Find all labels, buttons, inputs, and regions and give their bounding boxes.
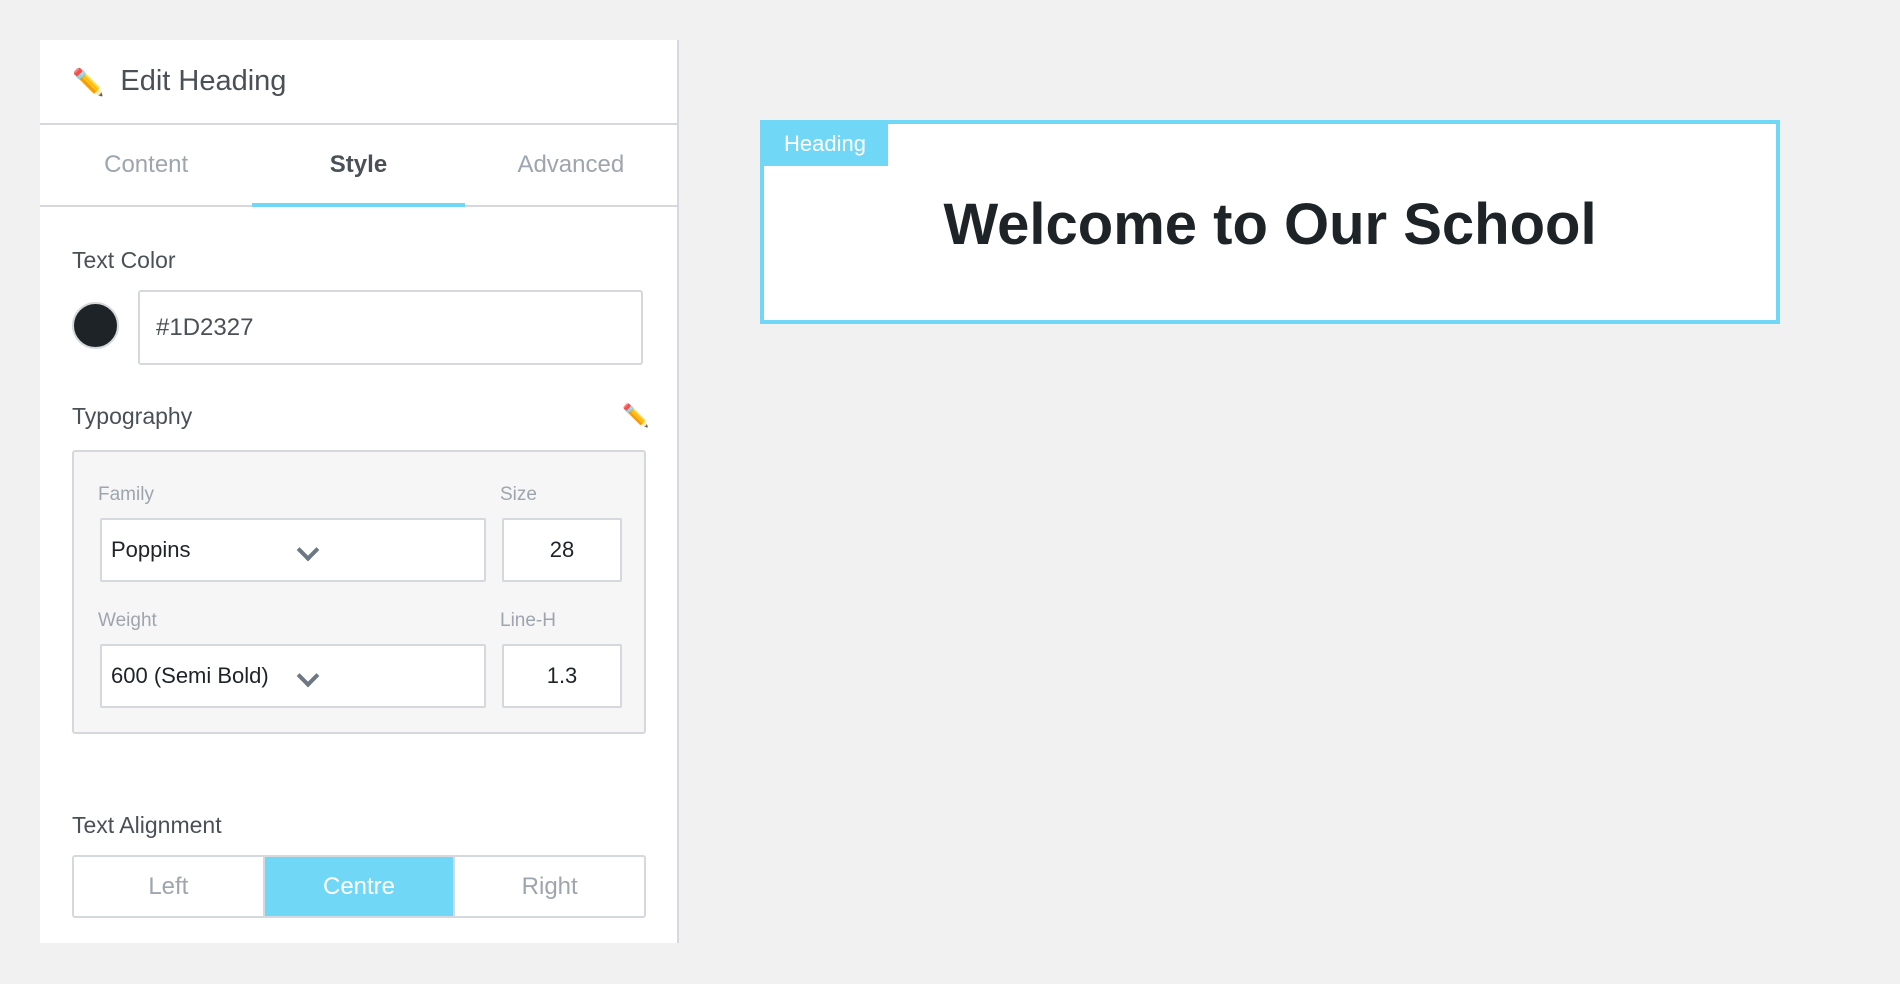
align-right-button[interactable]: Right (455, 857, 644, 916)
text-color-label: Text Color (72, 247, 176, 273)
line-height-input[interactable]: 1.3 (502, 644, 622, 708)
widget-tag[interactable]: Heading (762, 122, 888, 166)
font-family-select[interactable]: Poppins (100, 518, 486, 582)
alignment-button-group: Left Centre Right (72, 855, 646, 918)
pencil-icon: ✏️ (72, 66, 105, 97)
align-centre-button[interactable]: Centre (264, 857, 456, 916)
font-size-input[interactable]: 28 (502, 518, 622, 582)
font-weight-select[interactable]: 600 (Semi Bold) (100, 644, 486, 708)
tab-content[interactable]: Content (40, 125, 252, 205)
font-weight-value: 600 (Semi Bold) (111, 663, 269, 688)
tab-advanced[interactable]: Advanced (465, 125, 677, 205)
font-family-value: Poppins (111, 537, 191, 562)
align-left-button[interactable]: Left (74, 857, 265, 916)
heading-text[interactable]: Welcome to Our School (764, 196, 1776, 254)
color-hex-input[interactable]: #1D2327 (138, 290, 643, 365)
typography-group: Family Size Poppins 28 Weight Line-H 600… (72, 450, 646, 734)
editor-panel: ✏️ Edit Heading Content Style Advanced T… (40, 40, 679, 943)
family-label: Family (98, 484, 154, 505)
tab-bar: Content Style Advanced (40, 125, 677, 207)
typography-label: Typography (72, 403, 193, 429)
tab-style[interactable]: Style (252, 125, 465, 207)
size-label: Size (500, 484, 537, 505)
pencil-icon[interactable]: ✏️ (622, 405, 649, 427)
heading-widget[interactable]: Heading Welcome to Our School (760, 120, 1780, 324)
text-alignment-label: Text Alignment (72, 812, 222, 838)
chevron-down-icon (296, 538, 320, 562)
line-height-label: Line-H (500, 610, 556, 631)
chevron-down-icon (296, 664, 320, 688)
panel-header: ✏️ Edit Heading (40, 40, 677, 125)
color-swatch[interactable] (72, 302, 119, 349)
weight-label: Weight (98, 610, 157, 631)
panel-title: Edit Heading (120, 65, 287, 97)
